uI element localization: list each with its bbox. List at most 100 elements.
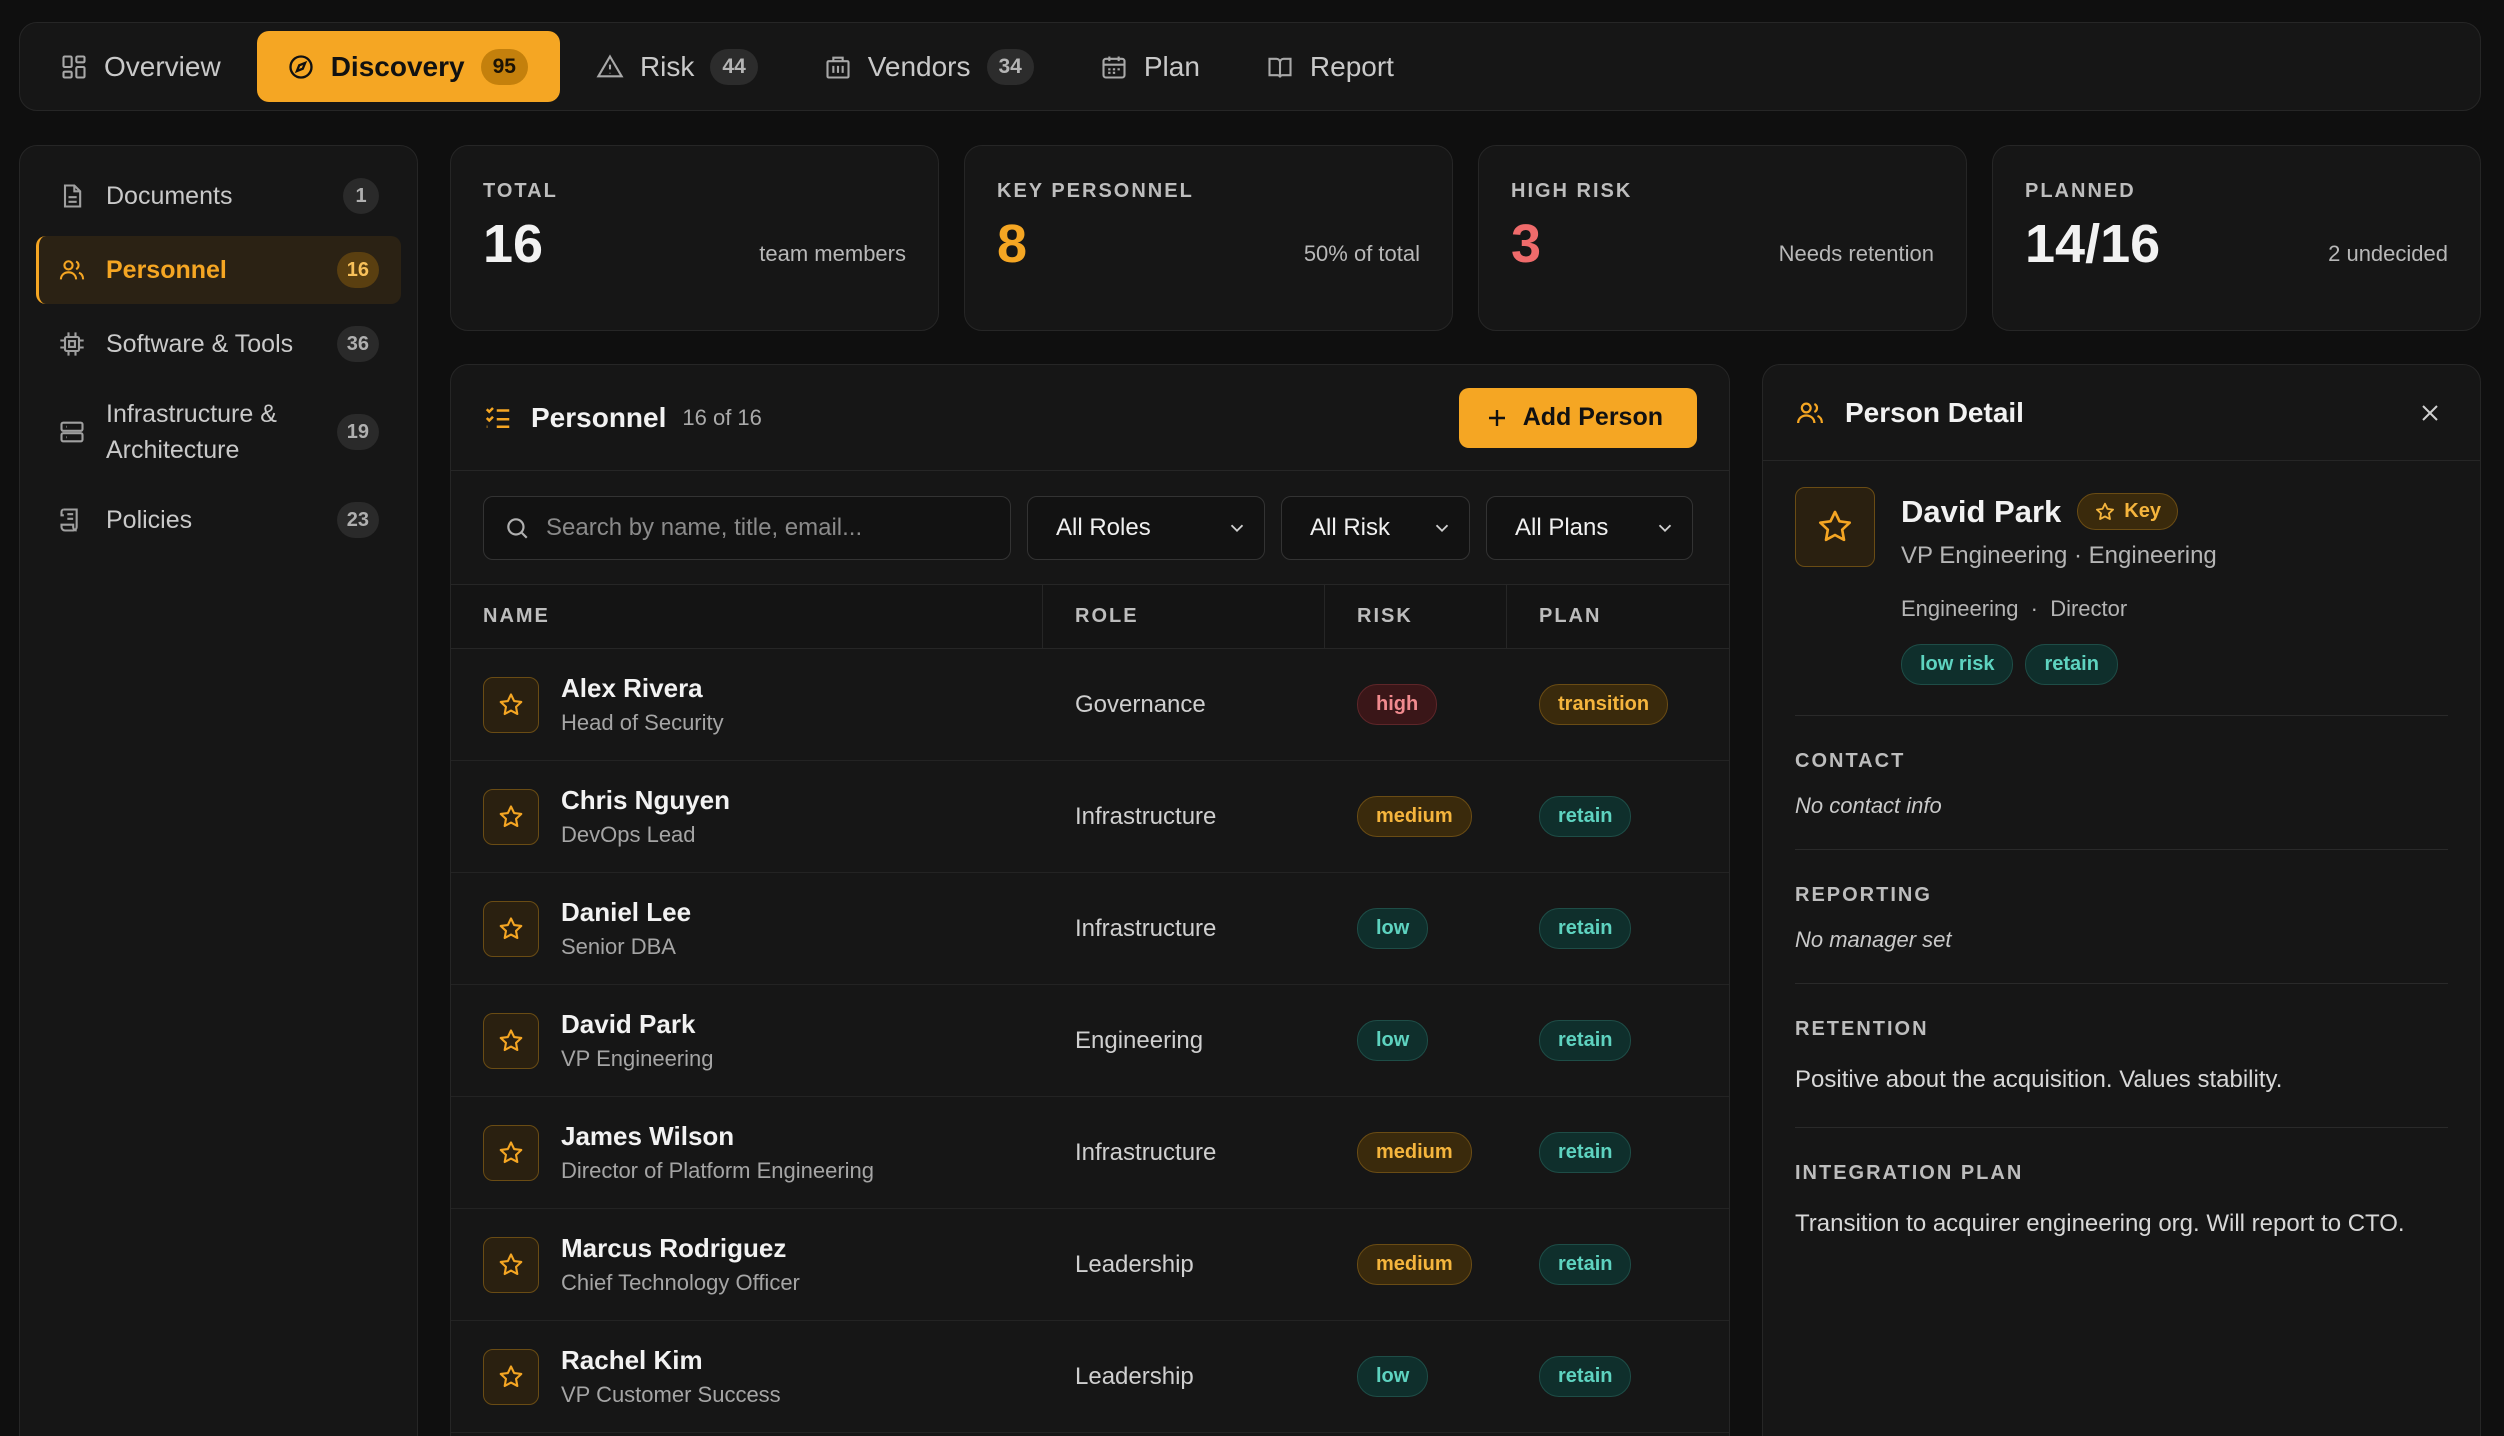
key-star-toggle[interactable] (483, 1012, 539, 1069)
key-star-toggle[interactable] (483, 788, 539, 845)
risk-cell: high (1325, 649, 1507, 760)
compass-icon (289, 54, 313, 79)
chevron-down-icon (1230, 524, 1244, 532)
chevron-down-icon (1435, 524, 1449, 532)
tab-report[interactable]: Report (1236, 31, 1424, 102)
key-star-toggle[interactable] (483, 676, 539, 733)
plan-cell: retain (1507, 1209, 1729, 1320)
risk-badge: high (1357, 684, 1438, 725)
person-title: DevOps Lead (561, 822, 696, 847)
sidebar-item-label: Policies (106, 506, 193, 534)
person-name: Chris Nguyen (561, 785, 731, 815)
column-header-name[interactable]: NAME (451, 585, 1043, 648)
name-cell: Marcus Rodriguez Chief Technology Officer (451, 1209, 1043, 1320)
stat-subtext: 2 undecided (2328, 241, 2448, 266)
sidebar-item-infrastructure[interactable]: Infrastructure & Architecture 19 (36, 384, 401, 480)
reporting-value: No manager set (1795, 927, 1952, 952)
column-header-risk[interactable]: RISK (1325, 585, 1507, 648)
sidebar-item-count: 1 (343, 178, 379, 214)
person-role: Infrastructure (1075, 914, 1217, 942)
table-row[interactable]: Chris Nguyen DevOps Lead Infrastructure med… (451, 761, 1729, 873)
sidebar-item-count: 16 (336, 252, 379, 288)
sidebar-item-label: Software & Tools (106, 330, 294, 358)
person-role: Infrastructure (1075, 1138, 1217, 1166)
sidebar-item-policies[interactable]: Policies 23 (36, 486, 401, 554)
stat-card-planned: PLANNED 14/16 2 undecided (1992, 145, 2481, 331)
section-heading: RETENTION (1795, 1018, 1929, 1040)
person-title: Chief Technology Officer (561, 1270, 800, 1295)
person-name: Rachel Kim (561, 1345, 703, 1375)
section-heading: INTEGRATION PLAN (1795, 1162, 2024, 1184)
risk-badge: medium (1357, 796, 1472, 837)
stat-label: HIGH RISK (1511, 180, 1633, 202)
stat-value: 16 (483, 214, 544, 274)
table-row[interactable]: Rachel Kim VP Customer Success Leadership l… (451, 1321, 1729, 1433)
sidebar-item-count: 23 (336, 502, 379, 538)
tab-label: Report (1309, 50, 1394, 82)
stat-subtext: Needs retention (1778, 241, 1934, 266)
scroll-icon (60, 508, 78, 532)
plans-filter-select[interactable]: All Plans (1486, 495, 1693, 560)
plan-cell: retain (1507, 1321, 1729, 1432)
risk-filter-select[interactable]: All Risk (1281, 495, 1470, 560)
tab-risk[interactable]: Risk 44 (566, 31, 788, 102)
star-icon (499, 692, 523, 715)
person-name: David Park (561, 1009, 696, 1039)
key-star-toggle[interactable] (483, 1348, 539, 1405)
plan-cell: retain (1507, 985, 1729, 1096)
column-header-plan[interactable]: PLAN (1507, 585, 1729, 648)
alert-triangle-icon (596, 53, 624, 77)
tab-vendors[interactable]: Vendors 34 (794, 31, 1064, 102)
tab-plan[interactable]: Plan (1070, 31, 1230, 102)
reporting-section: REPORTING No manager set (1795, 850, 2448, 984)
star-icon (499, 916, 523, 939)
table-row[interactable]: Daniel Lee Senior DBA Infrastructure low ret… (451, 873, 1729, 985)
roles-filter-select[interactable]: All Roles (1027, 495, 1265, 560)
plan-cell: retain (1507, 761, 1729, 872)
table-row[interactable]: James Wilson Director of Platform Enginee… (451, 1097, 1729, 1209)
star-icon (499, 1028, 523, 1051)
retention-section: RETENTION Positive about the acquisition… (1795, 984, 2448, 1128)
table-row[interactable]: David Park VP Engineering Engineering low re… (451, 985, 1729, 1097)
integration-plan-value: Transition to acquirer engineering org. … (1795, 1210, 2405, 1237)
search-input[interactable] (546, 513, 990, 542)
add-person-button[interactable]: Add Person (1458, 387, 1697, 448)
plan-badge: retain (1539, 796, 1632, 837)
risk-cell: low (1325, 1321, 1507, 1432)
role-cell: Governance (1043, 649, 1325, 760)
stat-label: PLANNED (2025, 180, 2136, 202)
list-check-icon (485, 406, 510, 428)
chevron-down-icon (1658, 524, 1672, 532)
name-cell: Rachel Kim VP Customer Success (451, 1321, 1043, 1432)
integration-plan-section: INTEGRATION PLAN Transition to acquirer … (1795, 1128, 2448, 1271)
detail-title: Person Detail (1845, 396, 2024, 428)
key-star-toggle[interactable] (483, 1124, 539, 1181)
key-star-toggle[interactable] (483, 1236, 539, 1293)
plan-cell: retain (1507, 873, 1729, 984)
person-role: Infrastructure (1075, 802, 1217, 830)
tab-label: Plan (1143, 50, 1200, 82)
tab-label: Discovery (330, 50, 465, 82)
tab-overview[interactable]: Overview (30, 31, 251, 102)
sidebar-item-software-tools[interactable]: Software & Tools 36 (36, 310, 401, 378)
detail-header: Person Detail (1763, 365, 2480, 461)
tab-label: Overview (104, 50, 221, 82)
key-badge-label: Key (2124, 500, 2161, 522)
risk-filter-value: All Risk (1310, 513, 1391, 541)
stat-label: TOTAL (483, 180, 558, 202)
column-header-role[interactable]: ROLE (1043, 585, 1325, 648)
sidebar-item-documents[interactable]: Documents 1 (36, 162, 401, 230)
stat-card-high-risk: HIGH RISK 3 Needs retention (1478, 145, 1967, 331)
person-role: Leadership (1075, 1250, 1194, 1278)
role-cell: Engineering (1043, 985, 1325, 1096)
sidebar-item-personnel[interactable]: Personnel 16 (36, 236, 401, 304)
filter-bar: All Roles All Risk All Plans (451, 471, 1729, 585)
top-nav: Overview Discovery 95 Risk 44 Vendors 34… (19, 22, 2481, 111)
table-row[interactable]: Marcus Rodriguez Chief Technology Officer… (451, 1209, 1729, 1321)
table-row[interactable]: Alex Rivera Head of Security Governance hig… (451, 649, 1729, 761)
tab-discovery[interactable]: Discovery 95 (256, 31, 560, 102)
risk-cell: medium (1325, 1209, 1507, 1320)
tab-label: Vendors (867, 50, 971, 82)
close-detail-button[interactable] (2412, 395, 2448, 431)
key-star-toggle[interactable] (483, 900, 539, 957)
